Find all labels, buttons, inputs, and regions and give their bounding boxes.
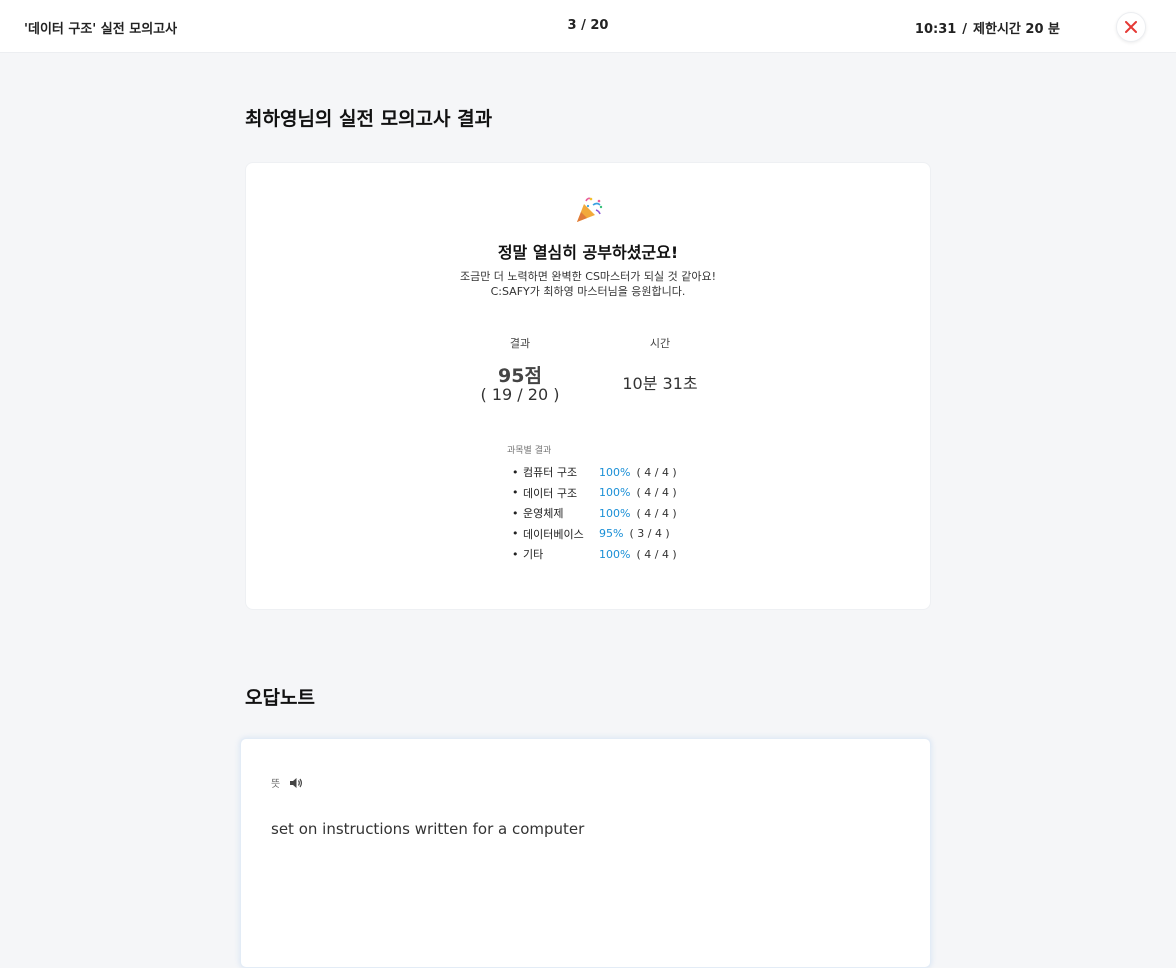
subject-count: ( 4 / 4 ) [636,465,677,479]
timer: 10:31 / 제한시간 20 분 [915,18,1060,37]
subject-percent: 100% [599,506,631,520]
time-limit: 제한시간 20 분 [973,22,1060,37]
result-headline: 정말 열심히 공부하셨군요! [497,243,679,262]
subject-results-list: • 컴퓨터 구조 100% ( 4 / 4 ) • 데이터 구조 100% ( … [512,462,712,565]
subject-row: • 컴퓨터 구조 100% ( 4 / 4 ) [512,462,712,483]
subject-row: • 데이터 구조 100% ( 4 / 4 ) [512,483,712,504]
subject-count: ( 4 / 4 ) [636,486,677,500]
party-popper-icon [577,197,603,222]
subject-name: 운영체제 [523,507,564,521]
bullet: • [512,486,519,500]
bullet: • [512,527,519,541]
subject-percent: 100% [599,465,631,479]
bullet: • [512,465,519,479]
subject-name: 데이터베이스 [523,527,584,541]
subject-count: ( 4 / 4 ) [636,547,677,561]
score-fraction: ( 19 / 20 ) [480,385,560,404]
subject-count: ( 4 / 4 ) [636,506,677,520]
encouragement-line-1: 조금만 더 노력하면 완벽한 CS마스터가 되실 것 같아요! [459,270,717,283]
timer-separator: / [962,22,968,37]
note-definition-text: set on instructions written for a comput… [271,820,585,838]
subjects-label: 과목별 결과 [507,446,552,456]
time-value: 10분 31초 [622,374,698,393]
subject-name: 컴퓨터 구조 [523,466,578,480]
result-card: 정말 열심히 공부하셨군요! 조금만 더 노력하면 완벽한 CS마스터가 되실 … [245,162,931,610]
close-button[interactable] [1116,12,1146,42]
bullet: • [512,506,519,520]
wrong-note-card: 뜻 set on instructions written for a comp… [240,738,931,968]
subject-row: • 기타 100% ( 4 / 4 ) [512,544,712,565]
subject-count: ( 3 / 4 ) [629,527,670,541]
result-heading: 최하영님의 실전 모의고사 결과 [245,108,493,130]
score-value: 95점 [498,365,542,387]
meaning-label: 뜻 [271,779,281,790]
wrong-notes-heading: 오답노트 [245,687,315,709]
top-bar: '데이터 구조' 실전 모의고사 3 / 20 10:31/제한시간 20 분 [0,0,1176,53]
subject-name: 데이터 구조 [523,486,578,500]
encouragement-line-2: C:SAFY가 최하영 마스터님을 응원합니다. [490,285,686,298]
subject-name: 기타 [523,548,544,562]
score-label: 결과 [509,337,531,350]
close-icon [1125,21,1137,33]
elapsed-time: 10:31 [914,22,957,37]
subject-row: • 데이터베이스 95% ( 3 / 4 ) [512,524,712,545]
speaker-icon[interactable] [289,776,303,790]
bullet: • [512,547,519,561]
subject-percent: 100% [599,547,631,561]
time-label: 시간 [649,337,671,350]
subject-row: • 운영체제 100% ( 4 / 4 ) [512,503,712,524]
subject-percent: 100% [599,486,631,500]
subject-percent: 95% [599,527,624,541]
note-header: 뜻 [271,775,303,790]
